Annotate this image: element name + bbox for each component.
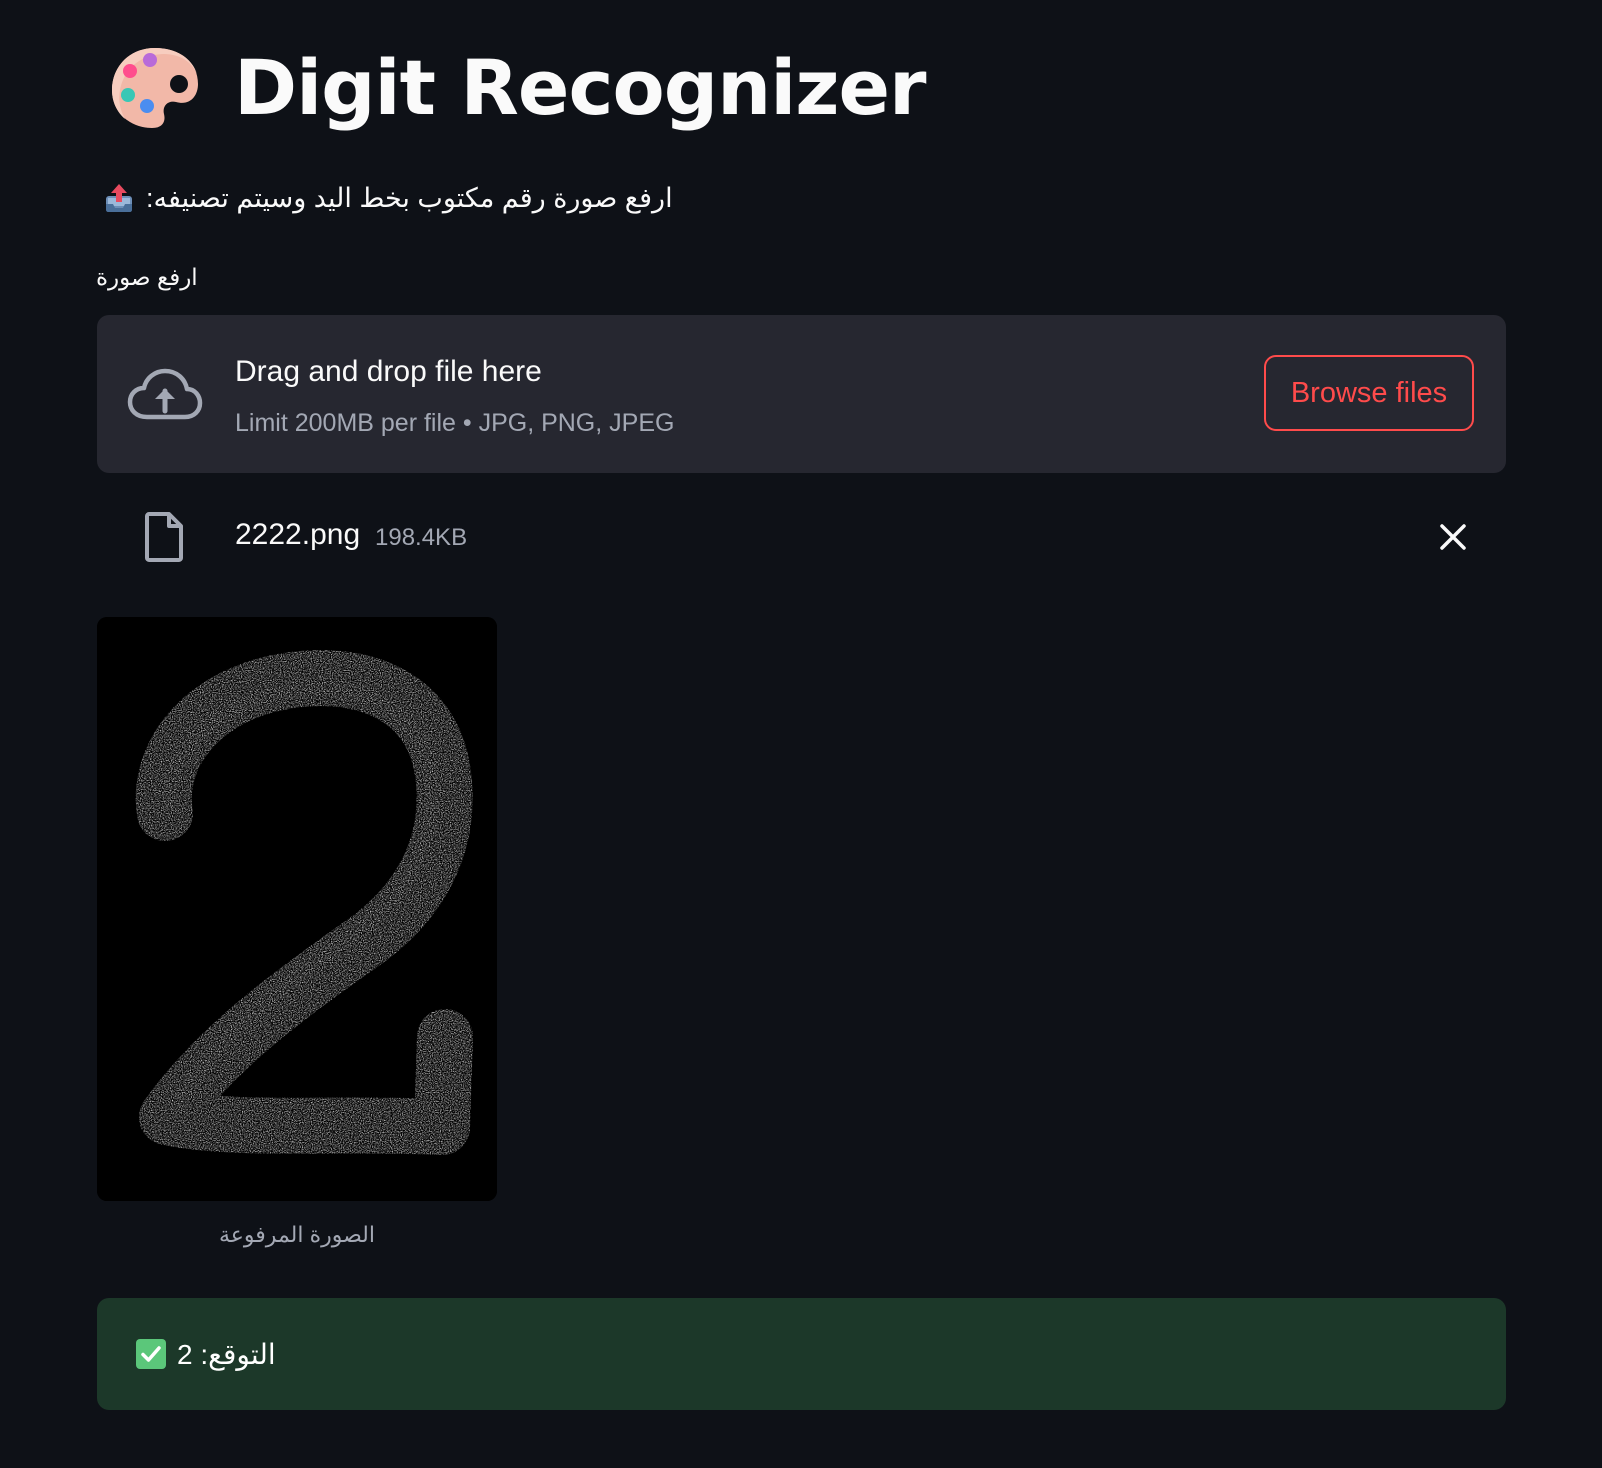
image-caption: الصورة المرفوعة [219, 1222, 375, 1247]
uploaded-file-name: 2222.png [235, 518, 361, 551]
file-icon [145, 512, 183, 562]
close-icon[interactable] [1438, 522, 1468, 552]
instruction-text: ارفع صورة رقم مكتوب بخط اليد وسيتم تصنيف… [146, 182, 673, 213]
inbox-tray-icon [106, 184, 132, 212]
app-main: Digit Recognizer ارفع صورة رقم مكتوب بخط… [0, 0, 1602, 1468]
dropzone-limit-text: Limit 200MB per file • JPG, PNG, JPEG [235, 409, 675, 437]
cloud-upload-icon [127, 368, 203, 420]
instruction-line: ارفع صورة رقم مكتوب بخط اليد وسيتم تصنيف… [104, 182, 673, 214]
browse-files-button[interactable]: Browse files [1264, 355, 1474, 431]
prediction-alert: التوقع: 2 [97, 1298, 1506, 1410]
handwritten-digit-image [97, 617, 497, 1201]
prediction-content: التوقع: 2 [135, 1298, 276, 1410]
page-title: Digit Recognizer [234, 43, 927, 132]
dropzone-title: Drag and drop file here [235, 355, 542, 388]
file-dropzone[interactable]: Drag and drop file here Limit 200MB per … [97, 315, 1506, 473]
palette-icon [112, 48, 198, 128]
prediction-text: التوقع: 2 [177, 1338, 276, 1370]
uploader-label: ارفع صورة [96, 264, 198, 290]
page-header: Digit Recognizer [108, 43, 927, 132]
uploaded-image [97, 617, 497, 1201]
check-mark-icon [136, 1339, 166, 1369]
uploaded-file-row: 2222.png 198.4KB [97, 506, 1506, 570]
uploaded-file-size: 198.4KB [375, 524, 468, 551]
